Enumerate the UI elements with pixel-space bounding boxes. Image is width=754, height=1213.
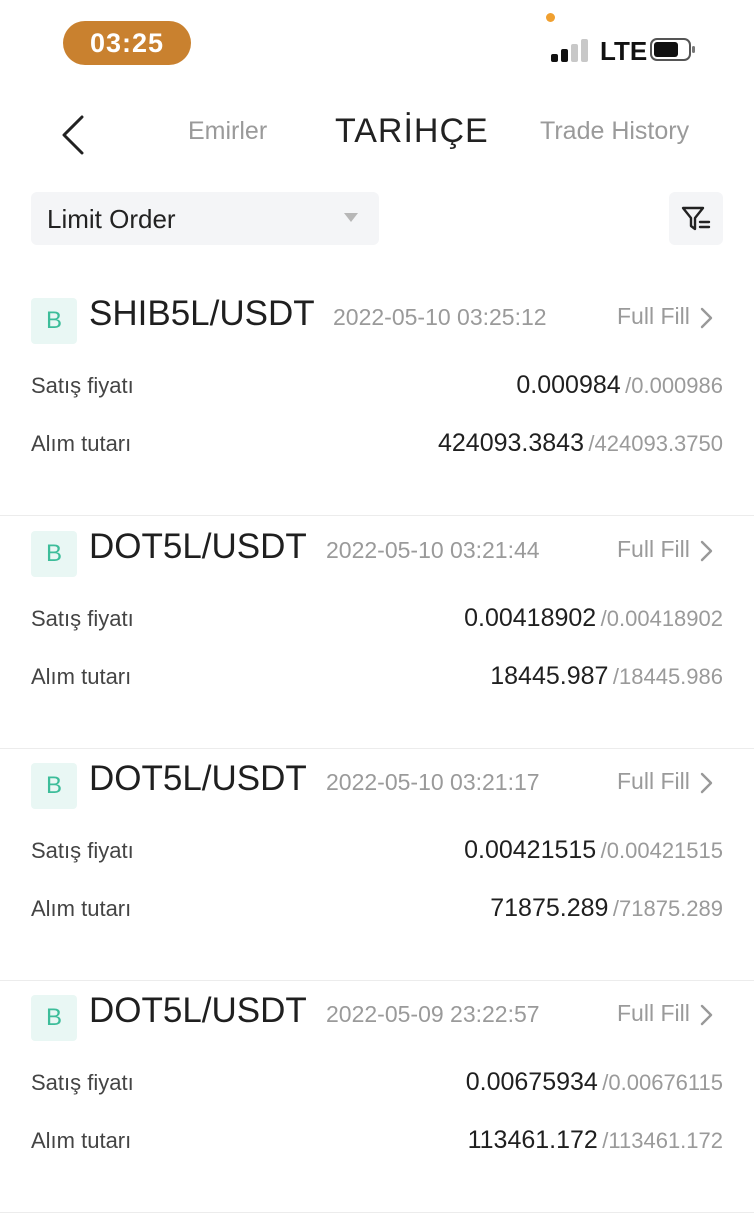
battery-icon [650,38,696,61]
chevron-right-icon [700,540,713,562]
chevron-right-icon [700,772,713,794]
filled-price: 0.00421515 [464,836,597,864]
amount-label: Alım tutarı [31,896,132,921]
amount-value: 18445.987 /18445.986 [490,662,723,691]
order-card[interactable]: B DOT5L/USDT 2022-05-09 23:22:57 Full Fi… [0,981,754,1213]
filled-price: 0.00675934 [465,1068,598,1096]
buy-side-badge: B [31,298,77,344]
order-status[interactable]: Full Fill [617,536,690,563]
order-amount: /18445.986 [612,664,723,689]
back-button[interactable] [50,112,96,158]
price-label: Satış fiyatı [31,1070,134,1095]
amount-label: Alım tutarı [31,664,132,689]
order-price: /0.00421515 [600,838,723,863]
clock: 03:25 [63,21,191,65]
buy-side-badge: B [31,531,77,577]
chevron-left-icon [62,115,84,155]
filter-button[interactable] [669,192,723,245]
buy-side-badge: B [31,995,77,1041]
amount-value: 424093.3843 /424093.3750 [438,429,723,458]
order-time: 2022-05-10 03:25:12 [333,304,547,330]
filled-amount: 71875.289 [490,894,609,922]
order-type-value: Limit Order [47,204,176,234]
divider [0,515,754,516]
order-time: 2022-05-10 03:21:17 [326,769,540,795]
order-amount: /424093.3750 [588,431,723,456]
order-amount: /71875.289 [612,896,723,921]
order-pair: DOT5L/USDT [89,759,307,798]
privacy-indicator-dot [546,13,555,22]
filter-icon [681,206,711,230]
price-label: Satış fiyatı [31,373,134,398]
filled-price: 0.00418902 [464,604,597,632]
price-value: 0.000984 /0.000986 [516,371,723,400]
order-price: /0.00418902 [600,606,723,631]
amount-value: 113461.172 /113461.172 [468,1126,723,1155]
caret-down-icon [344,213,358,222]
amount-label: Alım tutarı [31,1128,132,1153]
buy-side-badge: B [31,763,77,809]
price-label: Satış fiyatı [31,838,134,863]
order-price: /0.00676115 [602,1070,723,1095]
signal-strength-icon [551,38,591,62]
order-card[interactable]: B DOT5L/USDT 2022-05-10 03:21:44 Full Fi… [0,517,754,749]
amount-label: Alım tutarı [31,431,132,456]
order-pair: DOT5L/USDT [89,527,307,566]
order-status[interactable]: Full Fill [617,768,690,795]
chevron-right-icon [700,307,713,329]
tab-history[interactable]: TARİHÇE [335,112,489,151]
order-card[interactable]: B SHIB5L/USDT 2022-05-10 03:25:12 Full F… [0,284,754,516]
order-status[interactable]: Full Fill [617,303,690,330]
network-type: LTE [600,36,648,66]
filled-amount: 18445.987 [490,662,609,690]
tab-orders[interactable]: Emirler [188,117,267,146]
order-pair: DOT5L/USDT [89,991,307,1030]
price-value: 0.00418902 /0.00418902 [464,604,723,633]
header: Emirler TARİHÇE Trade History [0,90,754,180]
filled-amount: 424093.3843 [437,429,584,457]
order-price: /0.000986 [625,373,723,398]
order-status[interactable]: Full Fill [617,1000,690,1027]
price-value: 0.00675934 /0.00676115 [466,1068,723,1097]
order-type-dropdown[interactable]: Limit Order [31,192,379,245]
amount-value: 71875.289 /71875.289 [490,894,723,923]
price-label: Satış fiyatı [31,606,134,631]
price-value: 0.00421515 /0.00421515 [464,836,723,865]
order-amount: /113461.172 [602,1128,723,1153]
order-time: 2022-05-10 03:21:44 [326,537,540,563]
chevron-right-icon [700,1004,713,1026]
status-bar: 03:25 LTE [0,0,754,90]
filled-amount: 113461.172 [467,1126,598,1154]
filled-price: 0.000984 [516,371,621,399]
order-pair: SHIB5L/USDT [89,294,315,333]
order-time: 2022-05-09 23:22:57 [326,1001,540,1027]
order-card[interactable]: B DOT5L/USDT 2022-05-10 03:21:17 Full Fi… [0,749,754,981]
tab-trade-history[interactable]: Trade History [540,117,698,146]
